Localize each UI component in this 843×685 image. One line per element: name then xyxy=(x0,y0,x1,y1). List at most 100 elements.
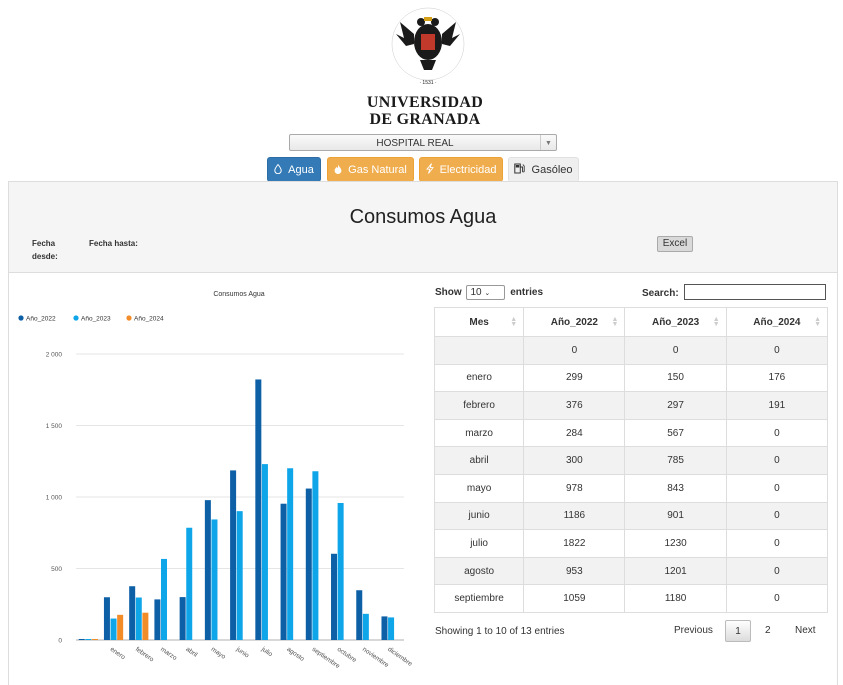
bar[interactable] xyxy=(211,519,218,640)
column-header-2024[interactable]: Año_2024 ▲ ▼ xyxy=(725,307,829,337)
table-cell: 953 xyxy=(523,556,626,586)
table-row: julio 1822 1230 0 xyxy=(433,529,829,558)
bar[interactable] xyxy=(381,616,388,640)
show-label: Show xyxy=(435,287,462,299)
bar[interactable] xyxy=(154,599,161,640)
x-tick-label: enero xyxy=(109,646,127,661)
chart-grid: 0 500 1 000 1 500 2 000 xyxy=(46,352,404,645)
table-cell: 1230 xyxy=(624,529,727,558)
bar[interactable] xyxy=(103,597,110,640)
column-header-label: Año_2022 xyxy=(550,316,598,328)
table-row: marzo 284 567 0 xyxy=(433,418,829,448)
bar[interactable] xyxy=(287,468,294,640)
column-header-label: Año_2023 xyxy=(651,316,700,328)
excel-export-button[interactable]: Excel xyxy=(657,236,693,252)
legend-label[interactable]: Año_2022 xyxy=(26,316,56,323)
bar[interactable] xyxy=(186,527,193,640)
bar[interactable] xyxy=(78,639,85,640)
university-name: UNIVERSIDAD DE GRANADA xyxy=(330,94,520,128)
x-tick-label: mayo xyxy=(210,646,227,661)
table-cell: 0 xyxy=(725,336,829,365)
chevron-down-icon: ⌄ xyxy=(484,290,491,297)
bar[interactable] xyxy=(117,614,124,640)
bar[interactable] xyxy=(230,470,237,640)
bar[interactable] xyxy=(261,464,268,640)
tab-gasoleo[interactable]: Gasóleo xyxy=(508,157,579,182)
column-header-2023[interactable]: Año_2023 ▲ ▼ xyxy=(624,307,727,337)
search-input[interactable] xyxy=(684,284,826,300)
page-length-select[interactable]: 10 ⌄ xyxy=(466,285,506,300)
bar[interactable] xyxy=(337,503,344,640)
tab-electricidad-label: Electricidad xyxy=(439,164,497,176)
bar[interactable] xyxy=(388,617,395,640)
table-row: septiembre 1059 1180 0 xyxy=(433,584,829,613)
chart-bars xyxy=(78,379,395,640)
legend-label[interactable]: Año_2024 xyxy=(134,316,164,323)
page-length-value: 10 xyxy=(470,287,482,298)
column-header-2022[interactable]: Año_2022 ▲ ▼ xyxy=(523,307,626,337)
bar[interactable] xyxy=(362,613,369,640)
legend-label[interactable]: Año_2023 xyxy=(81,316,111,323)
bar[interactable] xyxy=(331,553,338,640)
y-tick-label: 0 xyxy=(58,638,62,645)
flame-icon xyxy=(334,164,345,176)
tab-agua[interactable]: Agua xyxy=(267,157,321,182)
tab-gas-natural-label: Gas Natural xyxy=(348,164,407,176)
x-tick-label: agosto xyxy=(285,646,305,663)
pagination-previous[interactable]: Previous xyxy=(674,620,713,642)
building-select-value: HOSPITAL REAL xyxy=(376,138,454,149)
chevron-down-icon[interactable]: ▼ xyxy=(540,135,556,150)
bar[interactable] xyxy=(142,612,149,640)
bar[interactable] xyxy=(110,618,117,640)
bar[interactable] xyxy=(129,586,136,640)
university-name-line2: DE GRANADA xyxy=(369,111,481,128)
bar[interactable] xyxy=(356,590,363,640)
bar[interactable] xyxy=(280,503,287,640)
bar[interactable] xyxy=(204,500,211,640)
table-cell: 0 xyxy=(523,336,626,365)
bar[interactable] xyxy=(179,597,186,640)
tab-agua-label: Agua xyxy=(288,164,314,176)
bar[interactable] xyxy=(236,511,243,640)
table-cell: 299 xyxy=(523,363,626,393)
pagination-page-2[interactable]: 2 xyxy=(765,620,771,642)
table-cell: abril xyxy=(433,446,525,475)
fecha-hasta-label: Fecha hasta: xyxy=(89,239,138,248)
chart-x-labels: enero febrero marzo abril mayo junio julio agos… xyxy=(109,645,414,670)
bar[interactable] xyxy=(91,639,98,640)
consumption-table: Mes ▲ ▼ Año_2022 ▲ ▼ Año_2023 ▲ ▼ Año_2024 ▲ ▼ 0… xyxy=(433,307,829,613)
table-cell: enero xyxy=(433,363,525,393)
tab-electricidad[interactable]: Electricidad xyxy=(419,157,503,182)
table-row: enero 299 150 176 xyxy=(433,363,829,393)
table-cell: febrero xyxy=(433,391,525,420)
building-select[interactable]: HOSPITAL REAL ▼ xyxy=(289,134,557,151)
table-cell: 978 xyxy=(523,473,626,503)
sort-icon: ▲ ▼ xyxy=(814,316,821,328)
table-cell: 567 xyxy=(624,418,727,448)
pagination-page-1[interactable]: 1 xyxy=(725,620,751,642)
tab-gas-natural[interactable]: Gas Natural xyxy=(327,157,414,182)
bar[interactable] xyxy=(312,471,319,640)
bar[interactable] xyxy=(85,639,92,640)
table-row: 000 xyxy=(433,336,829,365)
column-header-mes[interactable]: Mes ▲ ▼ xyxy=(433,307,525,337)
table-cell: 1186 xyxy=(523,501,626,531)
university-seal-icon: · 1531 · xyxy=(391,7,465,86)
x-tick-label: octubre xyxy=(336,646,358,664)
table-cell: 0 xyxy=(725,473,829,503)
bar[interactable] xyxy=(161,558,168,640)
bar[interactable] xyxy=(255,379,262,640)
table-cell: 1201 xyxy=(624,556,727,586)
panel-header: Consumos Agua Fecha desde: Fecha hasta: … xyxy=(9,182,837,273)
bar[interactable] xyxy=(305,488,312,640)
bar[interactable] xyxy=(135,597,142,640)
table-row: junio 1186 901 0 xyxy=(433,501,829,531)
x-tick-label: junio xyxy=(234,645,250,659)
table-cell: septiembre xyxy=(433,584,525,613)
show-entries-control: Show 10 ⌄ entries xyxy=(435,285,543,300)
droplet-icon xyxy=(274,163,285,176)
university-name-line1: UNIVERSIDAD xyxy=(366,94,484,111)
pagination-next[interactable]: Next xyxy=(795,620,816,642)
table-cell: 0 xyxy=(725,584,829,613)
table-cell: 901 xyxy=(624,501,727,531)
